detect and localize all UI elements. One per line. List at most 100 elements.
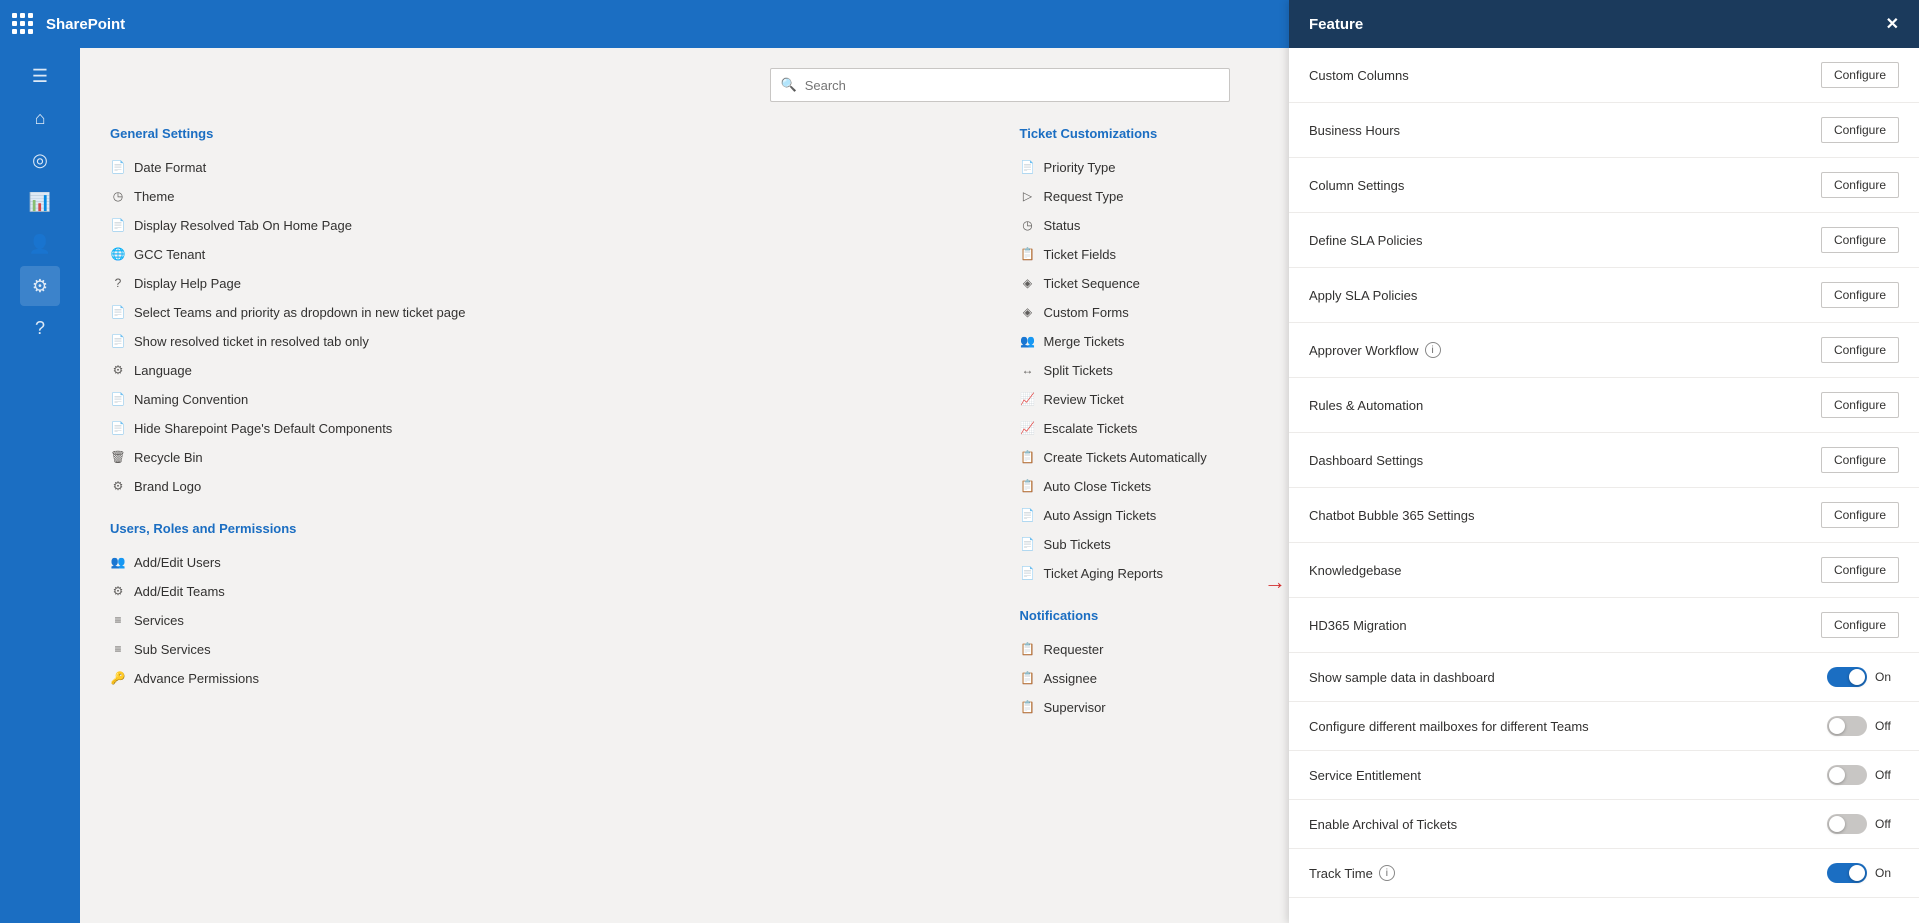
panel-close-button[interactable]: ✕: [1886, 14, 1899, 34]
toggle-label-track-time: On: [1875, 866, 1899, 880]
setting-label: Sub Tickets: [1044, 537, 1111, 552]
panel-body: Custom Columns Configure Business Hours …: [1289, 48, 1919, 923]
configure-chatbot-button[interactable]: Configure: [1821, 502, 1899, 528]
setting-item-help[interactable]: ? Display Help Page: [110, 269, 980, 298]
setting-label: Review Ticket: [1044, 392, 1124, 407]
setting-item-services[interactable]: ≡ Services: [110, 606, 980, 635]
feature-name-dashboard: Dashboard Settings: [1309, 453, 1821, 468]
auto-create-icon: 📋: [1020, 449, 1036, 465]
toggle-label-mailboxes: Off: [1875, 719, 1899, 733]
setting-item-hide-default[interactable]: 📄 Hide Sharepoint Page's Default Compone…: [110, 414, 980, 443]
hamburger-icon[interactable]: ☰: [20, 56, 60, 96]
track-time-info-icon[interactable]: i: [1379, 865, 1395, 881]
feature-row-custom-columns: Custom Columns Configure: [1289, 48, 1919, 103]
toggle-group-mailboxes: Off: [1827, 716, 1899, 736]
feature-panel: Feature ✕ Custom Columns Configure Busin…: [1289, 0, 1919, 923]
recycle-icon: 🗑: [110, 449, 126, 465]
naming-icon: 📄: [110, 391, 126, 407]
configure-column-settings-button[interactable]: Configure: [1821, 172, 1899, 198]
setting-label: Custom Forms: [1044, 305, 1129, 320]
setting-label: Auto Close Tickets: [1044, 479, 1152, 494]
assignee-icon: 📋: [1020, 670, 1036, 686]
setting-label: Add/Edit Users: [134, 555, 221, 570]
toggle-mailboxes[interactable]: [1827, 716, 1867, 736]
toggle-archival[interactable]: [1827, 814, 1867, 834]
resolved-only-icon: 📄: [110, 333, 126, 349]
toggle-label-entitlement: Off: [1875, 768, 1899, 782]
search-nav-icon[interactable]: ◎: [20, 140, 60, 180]
setting-label: Display Help Page: [134, 276, 241, 291]
setting-item-gcc[interactable]: 🌐 GCC Tenant: [110, 240, 980, 269]
setting-item-sub-services[interactable]: ≡ Sub Services: [110, 635, 980, 664]
setting-label: Ticket Fields: [1044, 247, 1116, 262]
setting-item-language[interactable]: ⚙ Language: [110, 356, 980, 385]
setting-item-theme[interactable]: ◷ Theme: [110, 182, 980, 211]
setting-item-resolved-only[interactable]: 📄 Show resolved ticket in resolved tab o…: [110, 327, 980, 356]
configure-approver-button[interactable]: Configure: [1821, 337, 1899, 363]
help-icon[interactable]: ?: [20, 308, 60, 348]
configure-rules-button[interactable]: Configure: [1821, 392, 1899, 418]
configure-business-hours-button[interactable]: Configure: [1821, 117, 1899, 143]
feature-name-knowledgebase: Knowledgebase: [1309, 563, 1821, 578]
status-icon: ◷: [1020, 217, 1036, 233]
priority-icon: 📄: [1020, 159, 1036, 175]
feature-row-archival: Enable Archival of Tickets Off: [1289, 800, 1919, 849]
configure-apply-sla-button[interactable]: Configure: [1821, 282, 1899, 308]
app-launcher-icon[interactable]: [12, 13, 34, 35]
configure-custom-columns-button[interactable]: Configure: [1821, 62, 1899, 88]
chart-icon[interactable]: 📊: [20, 182, 60, 222]
setting-label: Brand Logo: [134, 479, 201, 494]
configure-hd365-button[interactable]: Configure: [1821, 612, 1899, 638]
setting-label: Recycle Bin: [134, 450, 203, 465]
setting-label: Supervisor: [1044, 700, 1106, 715]
setting-item-brand[interactable]: ⚙ Brand Logo: [110, 472, 980, 501]
inner-search-icon: 🔍: [781, 77, 797, 93]
inner-search-input[interactable]: [805, 78, 1219, 93]
configure-knowledgebase-button[interactable]: Configure: [1821, 557, 1899, 583]
setting-item-advance-permissions[interactable]: 🔑 Advance Permissions: [110, 664, 980, 693]
feature-name-hd365: HD365 Migration: [1309, 618, 1821, 633]
auto-assign-icon: 📄: [1020, 507, 1036, 523]
setting-item-add-users[interactable]: 👥 Add/Edit Users: [110, 548, 980, 577]
feature-row-apply-sla: Apply SLA Policies Configure: [1289, 268, 1919, 323]
services-icon: ≡: [110, 612, 126, 628]
setting-item-dropdown[interactable]: 📄 Select Teams and priority as dropdown …: [110, 298, 980, 327]
add-teams-icon: ⚙: [110, 583, 126, 599]
feature-row-chatbot: Chatbot Bubble 365 Settings Configure: [1289, 488, 1919, 543]
setting-label: Request Type: [1044, 189, 1124, 204]
setting-item-add-teams[interactable]: ⚙ Add/Edit Teams: [110, 577, 980, 606]
custom-forms-icon: ◈: [1020, 304, 1036, 320]
setting-label: Ticket Sequence: [1044, 276, 1140, 291]
date-format-icon: 📄: [110, 159, 126, 175]
feature-name-entitlement: Service Entitlement: [1309, 768, 1827, 783]
inner-search-box[interactable]: 🔍: [770, 68, 1230, 102]
toggle-label-sample-data: On: [1875, 670, 1899, 684]
home-icon[interactable]: ⌂: [20, 98, 60, 138]
sub-tickets-icon: 📄: [1020, 536, 1036, 552]
feature-row-business-hours: Business Hours Configure: [1289, 103, 1919, 158]
setting-label: Show resolved ticket in resolved tab onl…: [134, 334, 369, 349]
setting-item-naming[interactable]: 📄 Naming Convention: [110, 385, 980, 414]
toggle-entitlement[interactable]: [1827, 765, 1867, 785]
toggle-group-track-time: On: [1827, 863, 1899, 883]
setting-item-resolved-tab[interactable]: 📄 Display Resolved Tab On Home Page: [110, 211, 980, 240]
configure-define-sla-button[interactable]: Configure: [1821, 227, 1899, 253]
configure-dashboard-button[interactable]: Configure: [1821, 447, 1899, 473]
feature-name-rules: Rules & Automation: [1309, 398, 1821, 413]
approver-info-icon[interactable]: i: [1425, 342, 1441, 358]
setting-label: Services: [134, 613, 184, 628]
setting-label: Hide Sharepoint Page's Default Component…: [134, 421, 392, 436]
people-icon[interactable]: 👤: [20, 224, 60, 264]
setting-label: GCC Tenant: [134, 247, 205, 262]
setting-item-date-format[interactable]: 📄 Date Format: [110, 153, 980, 182]
feature-name-sample-data: Show sample data in dashboard: [1309, 670, 1827, 685]
setting-label: Date Format: [134, 160, 206, 175]
feature-name-business-hours: Business Hours: [1309, 123, 1821, 138]
setting-label: Sub Services: [134, 642, 211, 657]
toggle-sample-data[interactable]: [1827, 667, 1867, 687]
split-icon: ↔: [1020, 362, 1036, 378]
settings-icon[interactable]: ⚙: [20, 266, 60, 306]
toggle-track-time[interactable]: [1827, 863, 1867, 883]
setting-item-recycle[interactable]: 🗑 Recycle Bin: [110, 443, 980, 472]
panel-header: Feature ✕: [1289, 0, 1919, 48]
